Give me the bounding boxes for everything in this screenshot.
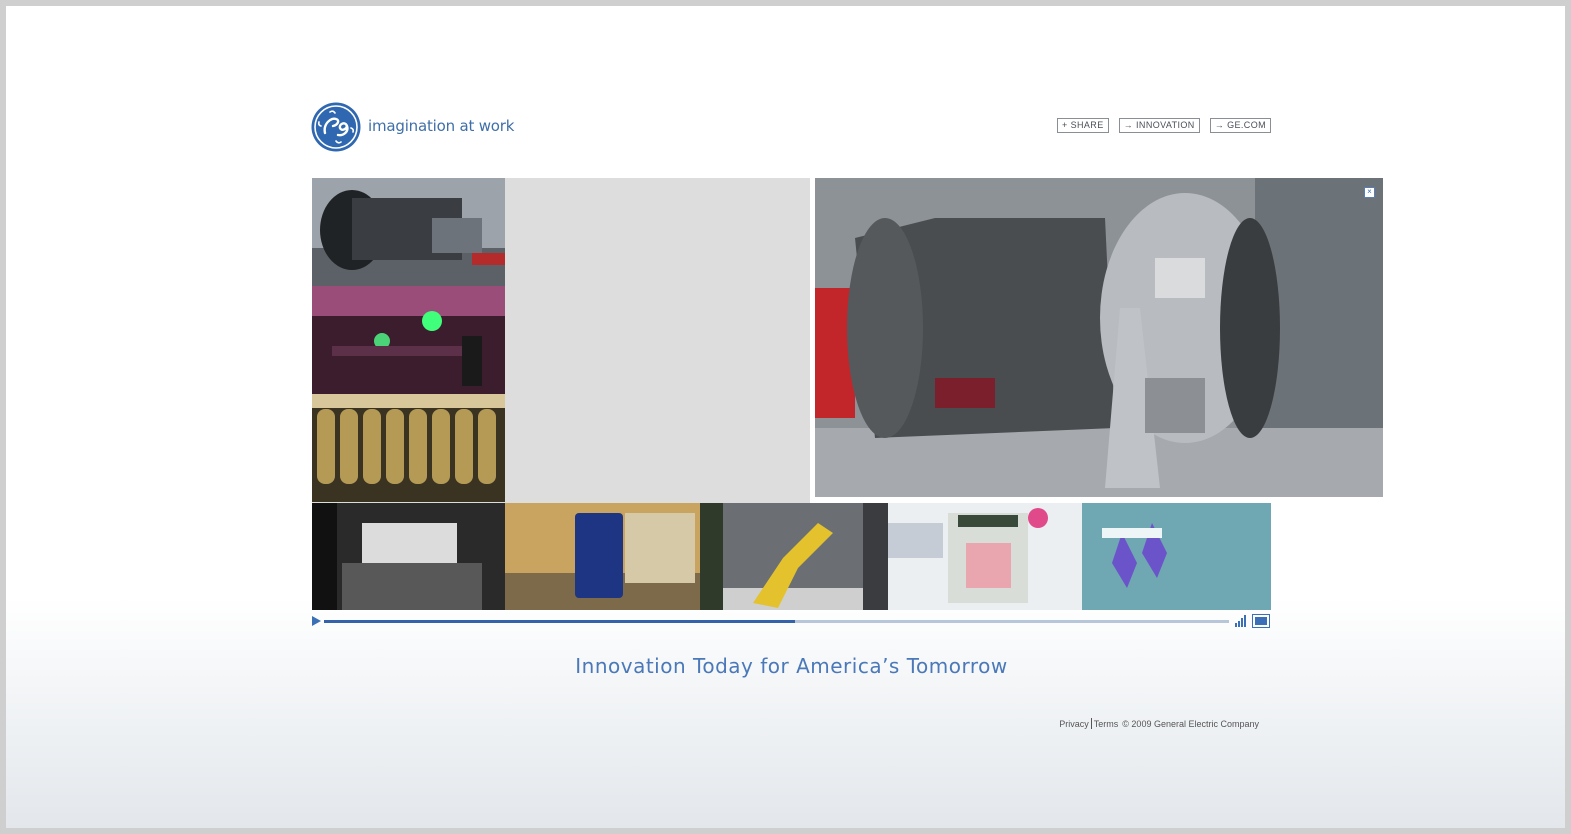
headline: Innovation Today for America’s Tomorrow xyxy=(575,654,1008,678)
footer-divider xyxy=(1090,718,1092,729)
arrow-right-icon: → xyxy=(1214,120,1225,130)
mosaic-tile-jet-engine[interactable] xyxy=(312,178,505,286)
jet-engine-video-image xyxy=(815,178,1383,497)
share-label: SHARE xyxy=(1070,120,1104,130)
mosaic-tile-robot-arm[interactable] xyxy=(723,503,888,610)
arrow-right-icon: → xyxy=(1123,120,1134,130)
main-video[interactable]: × xyxy=(810,178,1388,503)
close-video-button[interactable]: × xyxy=(1364,187,1375,198)
header: imagination at work + SHARE → INNOVATION… xyxy=(311,102,1271,154)
gecom-label: GE.COM xyxy=(1227,120,1266,130)
ge-logo-icon[interactable] xyxy=(311,102,361,152)
innovation-label: INNOVATION xyxy=(1136,120,1195,130)
gecom-link[interactable]: → GE.COM xyxy=(1209,118,1271,133)
progress-fill xyxy=(324,620,795,623)
mosaic-tile-tunnel[interactable] xyxy=(312,503,505,610)
video-mosaic: × xyxy=(312,178,1388,610)
fullscreen-icon[interactable] xyxy=(1252,614,1270,628)
mosaic-tile-clean-room[interactable] xyxy=(888,503,1082,610)
video-frame[interactable]: × xyxy=(815,178,1383,497)
terms-link[interactable]: Terms xyxy=(1094,719,1119,729)
copyright: © 2009 General Electric Company xyxy=(1122,718,1259,729)
innovation-link[interactable]: → INNOVATION xyxy=(1118,118,1200,133)
play-icon[interactable] xyxy=(312,616,321,626)
volume-icon[interactable] xyxy=(1235,615,1247,627)
share-button[interactable]: + SHARE xyxy=(1056,118,1109,133)
mosaic-tile-laser-lab[interactable] xyxy=(312,286,505,394)
tagline: imagination at work xyxy=(368,117,515,135)
mosaic-tile-hologram[interactable] xyxy=(1082,503,1271,610)
header-nav: + SHARE → INNOVATION → GE.COM xyxy=(1056,118,1271,133)
player-controls xyxy=(312,613,1271,629)
progress-bar[interactable] xyxy=(324,620,1229,623)
privacy-link[interactable]: Privacy xyxy=(1059,719,1089,729)
plus-icon: + xyxy=(1061,120,1068,130)
mosaic-tile-machine-lab[interactable] xyxy=(505,503,723,610)
page-frame: imagination at work + SHARE → INNOVATION… xyxy=(6,6,1565,828)
mosaic-tile-gas-cylinders[interactable] xyxy=(312,394,505,502)
footer: Privacy Terms © 2009 General Electric Co… xyxy=(1059,718,1259,729)
